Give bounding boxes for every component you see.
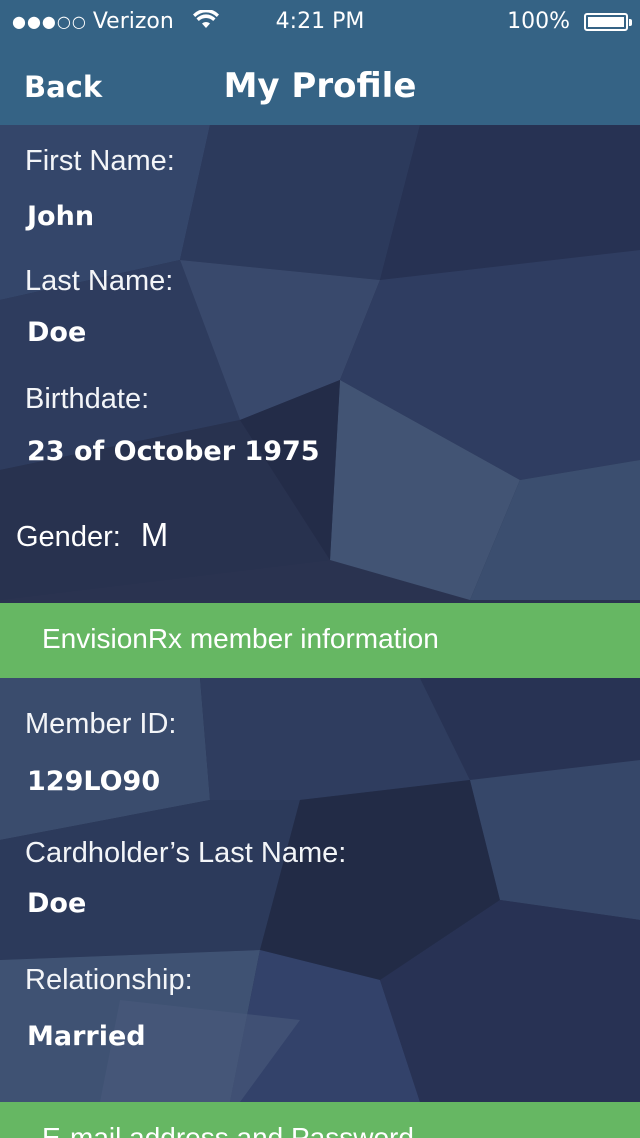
birthdate-value: 23 of October 1975: [27, 436, 320, 467]
gender-row: Gender: M: [16, 516, 168, 554]
last-name-value: Doe: [27, 317, 87, 348]
email-password-section-header[interactable]: E-mail address and Password: [0, 1102, 640, 1138]
last-name-label: Last Name:: [25, 265, 174, 297]
relationship-label: Relationship:: [25, 964, 193, 996]
battery-icon: [584, 13, 632, 31]
header-bar: ●●●○○ Verizon 4:21 PM 100% Back My Profi…: [0, 0, 640, 125]
member-id-value: 129LO90: [27, 766, 161, 797]
gender-value: M: [140, 516, 169, 553]
email-password-section-title: E-mail address and Password: [42, 1122, 414, 1138]
cardholder-last-name-value: Doe: [27, 888, 87, 919]
page-title: My Profile: [223, 66, 417, 106]
battery-fill: [588, 17, 624, 27]
profile-screen: ●●●○○ Verizon 4:21 PM 100% Back My Profi…: [0, 0, 640, 1138]
birthdate-label: Birthdate:: [25, 383, 150, 415]
member-id-label: Member ID:: [25, 708, 177, 740]
status-bar: ●●●○○ Verizon 4:21 PM 100%: [0, 0, 640, 44]
gender-label: Gender:: [16, 521, 121, 553]
battery-percent: 100%: [507, 9, 570, 34]
member-info-section-header[interactable]: EnvisionRx member information: [0, 603, 640, 678]
relationship-value: Married: [27, 1021, 146, 1052]
member-info-section-title: EnvisionRx member information: [42, 623, 439, 654]
first-name-value: John: [27, 201, 95, 232]
cardholder-last-name-label: Cardholder’s Last Name:: [25, 837, 347, 869]
navigation-bar: Back My Profile: [0, 44, 640, 125]
first-name-label: First Name:: [25, 145, 175, 177]
